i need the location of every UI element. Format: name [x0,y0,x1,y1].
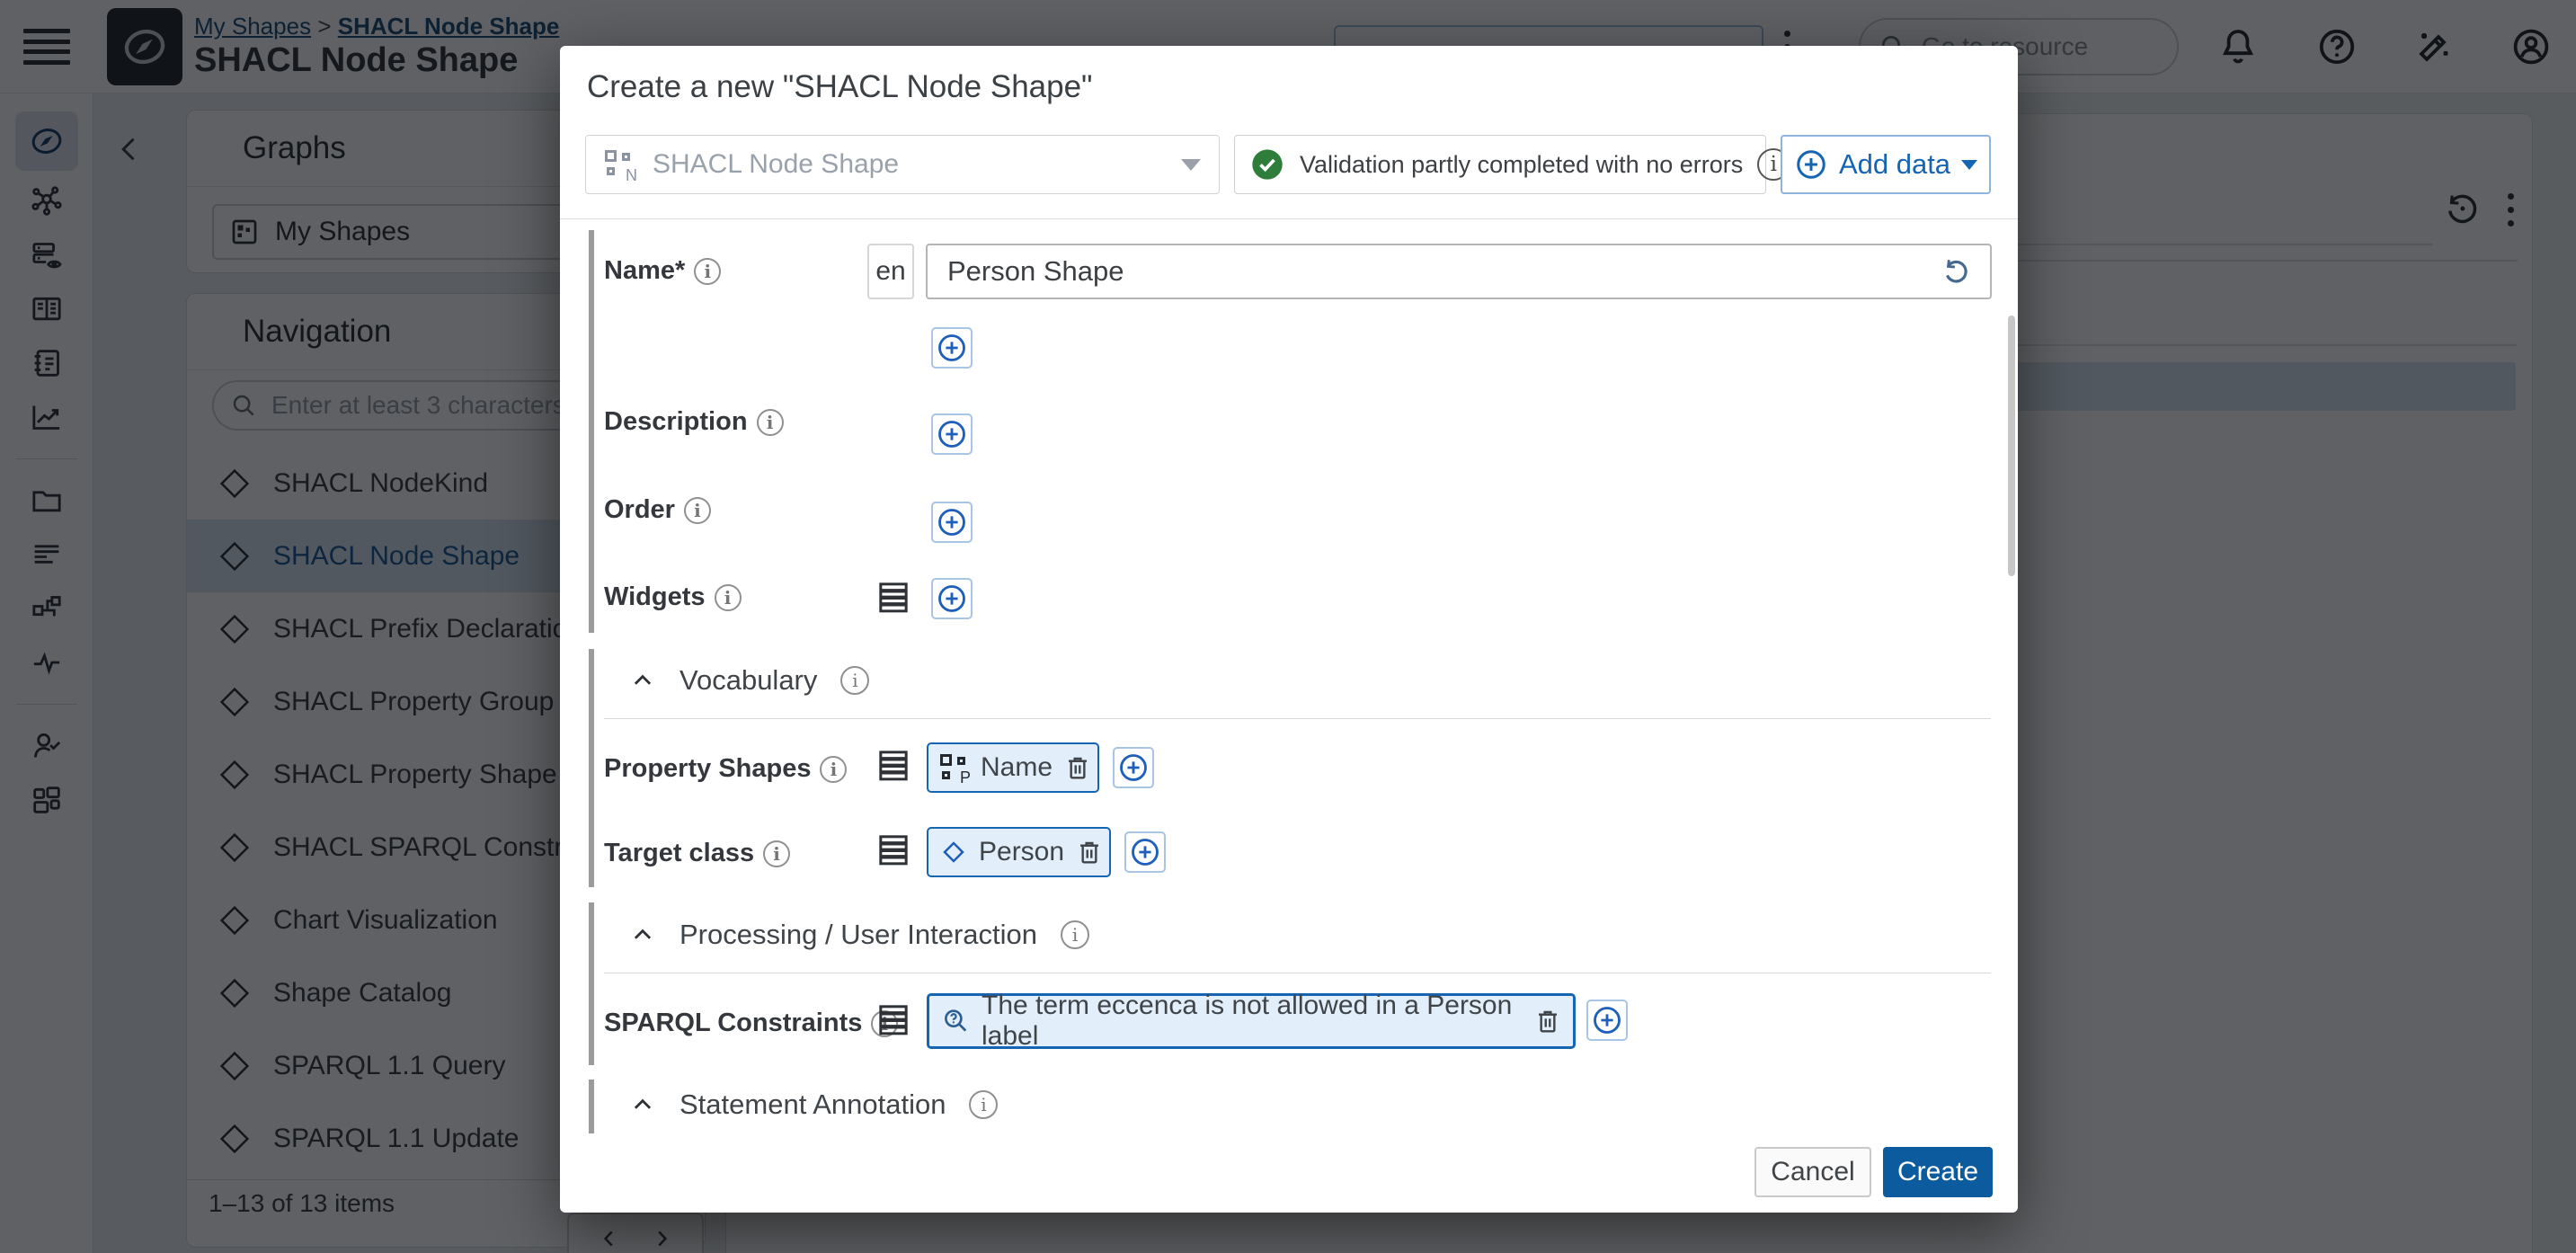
add-description-button[interactable] [931,413,973,455]
class-diamond-icon [939,838,968,866]
vocabulary-section-header: Vocabulary i [629,664,869,697]
group-bar [589,1080,594,1133]
chevron-down-icon [1181,159,1201,171]
plus-circle-icon [936,418,968,450]
info-icon[interactable]: i [763,840,790,867]
chip-label: Person [979,837,1064,867]
plus-circle-icon [936,582,968,615]
info-icon[interactable]: i [694,258,721,285]
add-data-label: Add data [1839,148,1950,181]
divider [604,718,1991,719]
name-field-label: Name*i [604,256,721,286]
create-node-shape-modal: Create a new "SHACL Node Shape" N SHACL … [560,46,2018,1213]
modal-title: Create a new "SHACL Node Shape" [587,69,1092,105]
processing-section-header: Processing / User Interaction i [629,919,1089,951]
add-data-button[interactable]: Add data [1781,135,1991,194]
trash-icon[interactable] [1533,1007,1562,1035]
plus-circle-icon [1129,836,1161,868]
plus-circle-icon [936,332,968,364]
target-class-field-label: Target classi [604,839,790,868]
trash-icon[interactable] [1063,753,1092,782]
add-name-button[interactable] [931,327,973,369]
plus-circle-icon [1117,751,1150,784]
plus-circle-icon [1591,1004,1623,1036]
reset-value-icon[interactable] [1938,254,1972,289]
property-shapes-field-label: Property Shapesi [604,754,847,784]
add-order-button[interactable] [931,502,973,543]
sparql-constraints-field-label: SPARQL Constraintsi [604,1009,898,1038]
info-icon[interactable]: i [757,409,784,436]
property-shape-icon: P [939,752,970,783]
add-property-shape-button[interactable] [1113,747,1154,788]
modal-scrollbar[interactable] [2008,315,2015,576]
add-target-class-button[interactable] [1124,831,1166,873]
shape-type-value: SHACL Node Shape [653,149,1165,180]
sparql-query-icon [940,1006,971,1036]
info-icon[interactable]: i [820,756,847,783]
info-icon[interactable]: i [1061,920,1089,949]
chip-label: The term eccenca is not allowed in a Per… [982,991,1523,1052]
group-bar [589,230,594,633]
name-input[interactable] [946,254,1938,289]
table-view-icon[interactable] [875,747,911,788]
chevron-up-icon[interactable] [629,667,656,694]
validation-status: Validation partly completed with no erro… [1234,135,1766,194]
app-screen: My Shapes > SHACL Node Shape SHACL Node … [0,0,2576,1253]
order-field-label: Orderi [604,495,711,525]
divider [560,218,2018,219]
chevron-up-icon[interactable] [629,1091,656,1118]
node-shape-icon: N [604,148,636,181]
cancel-button[interactable]: Cancel [1754,1147,1871,1197]
table-view-icon[interactable] [875,579,911,620]
chevron-up-icon[interactable] [629,921,656,948]
target-class-chip[interactable]: Person [927,827,1111,877]
group-bar [589,902,594,1065]
info-icon[interactable]: i [969,1090,998,1119]
language-tag[interactable]: en [867,244,914,299]
chip-label: Name [981,752,1053,783]
info-icon[interactable]: i [840,666,869,695]
validation-message: Validation partly completed with no erro… [1300,151,1743,179]
info-icon[interactable]: i [684,497,711,524]
sparql-constraint-chip[interactable]: The term eccenca is not allowed in a Per… [927,993,1576,1049]
chevron-down-icon [1961,160,1977,170]
statement-annotation-section-header: Statement Annotation i [629,1089,998,1121]
plus-circle-icon [1794,147,1828,182]
table-view-icon[interactable] [875,831,911,873]
shape-type-selector[interactable]: N SHACL Node Shape [585,135,1220,194]
trash-icon[interactable] [1075,838,1104,866]
property-shape-chip[interactable]: P Name [927,742,1099,793]
description-field-label: Descriptioni [604,407,784,437]
plus-circle-icon [936,506,968,538]
name-input-wrapper [926,244,1992,299]
create-button[interactable]: Create [1883,1147,1993,1197]
table-view-icon[interactable] [875,1001,911,1043]
add-widget-button[interactable] [931,578,973,619]
widgets-field-label: Widgetsi [604,582,742,612]
check-circle-icon [1249,147,1285,182]
add-sparql-constraint-button[interactable] [1586,1000,1628,1041]
info-icon[interactable]: i [715,584,742,611]
group-bar [589,649,594,887]
